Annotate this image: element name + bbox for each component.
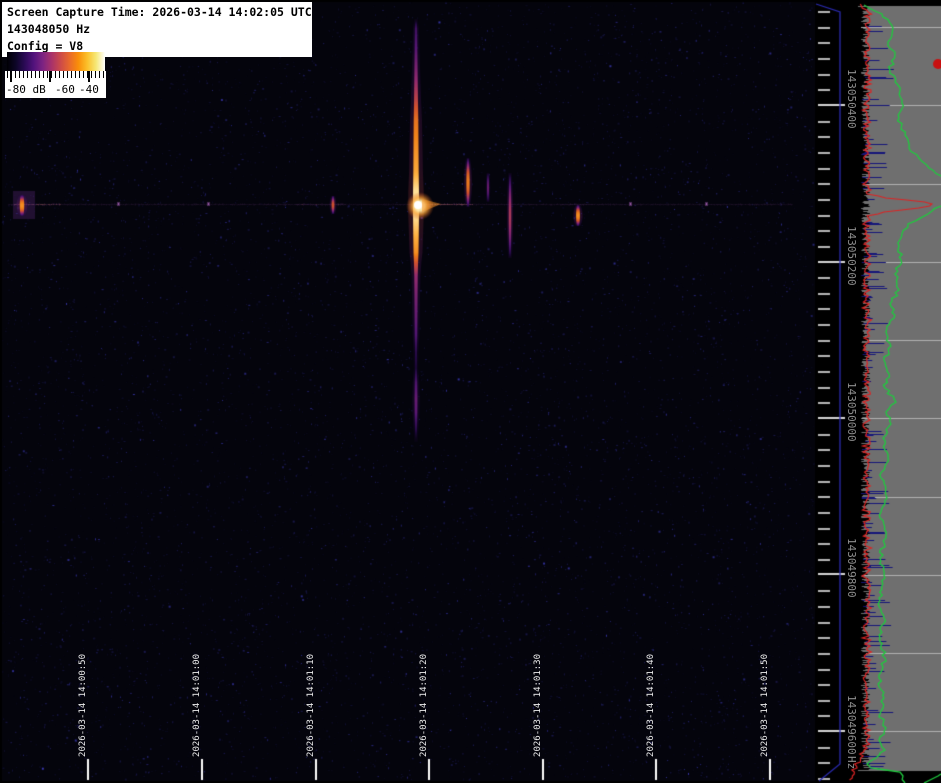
colorbar-tick	[10, 71, 12, 82]
time-label: 2026-03-14 14:01:50	[760, 654, 770, 757]
colorbar-tick	[88, 71, 90, 82]
colorbar-scale-box: -80 dB -60 -40	[5, 71, 106, 98]
capture-time-line: Screen Capture Time: 2026-03-14 14:02:05…	[7, 4, 307, 21]
freq-label: 143050200	[845, 226, 858, 286]
spectrogram-canvas	[0, 0, 941, 783]
freq-label: 143049600	[845, 695, 858, 755]
colorbar-labels: -80 dB -60 -40	[5, 82, 106, 97]
time-label: 2026-03-14 14:01:00	[192, 654, 202, 757]
colorbar-label-min: -80 dB	[6, 83, 46, 96]
capture-info-box: Screen Capture Time: 2026-03-14 14:02:05…	[2, 2, 312, 57]
colorbar-label-max: -40	[79, 83, 99, 96]
freq-label: 143050400	[845, 69, 858, 129]
base-frequency-line: 143048050 Hz	[7, 21, 307, 38]
freq-unit-label: Hz	[845, 756, 858, 769]
colorbar-gradient	[7, 52, 105, 71]
time-label: 2026-03-14 14:01:40	[646, 654, 656, 757]
time-label: 2026-03-14 14:00:50	[78, 654, 88, 757]
freq-label: 143050000	[845, 382, 858, 442]
time-label: 2026-03-14 14:01:20	[419, 654, 429, 757]
colorbar-label-mid: -60	[55, 83, 75, 96]
colorbar-tick	[49, 71, 51, 82]
spectrogram-screen: Screen Capture Time: 2026-03-14 14:02:05…	[0, 0, 941, 783]
time-label: 2026-03-14 14:01:10	[306, 654, 316, 757]
freq-label: 143049800	[845, 538, 858, 598]
time-label: 2026-03-14 14:01:30	[533, 654, 543, 757]
